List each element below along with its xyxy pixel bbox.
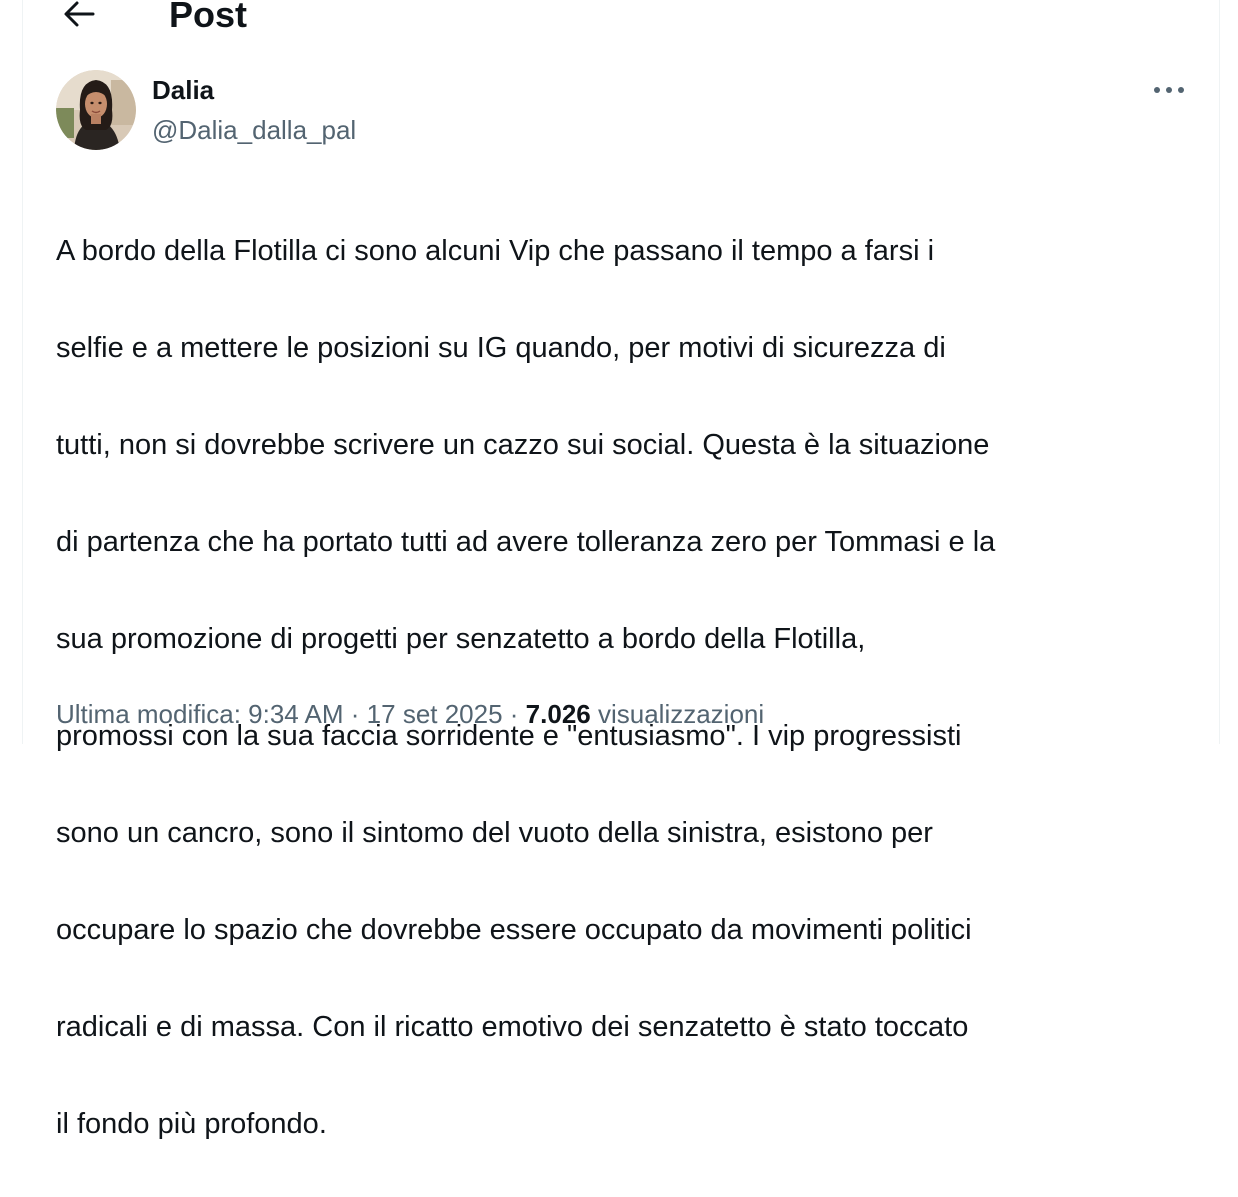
avatar[interactable] (56, 70, 136, 150)
header: Post (23, 0, 1219, 40)
arrow-left-icon (64, 1, 95, 27)
more-horizontal-icon (1154, 87, 1184, 93)
post-line: A bordo della Flotilla ci sono alcuni Vi… (56, 234, 935, 267)
post-meta: Ultima modifica: 9:34 AM · 17 set 2025 ·… (56, 696, 764, 732)
post-line: occupare lo spazio che dovrebbe essere o… (56, 913, 972, 946)
post-line: radicali e di massa. Con il ricatto emot… (56, 1010, 969, 1043)
post-line: selfie e a mettere le posizioni su IG qu… (56, 331, 946, 364)
author-handle[interactable]: @Dalia_dalla_pal (152, 114, 356, 146)
post-container: Post Dalia @Dalia_dalla_pal A bordo dell… (22, 0, 1220, 1140)
post-line: sono un cancro, sono il sintomo del vuot… (56, 816, 933, 849)
more-button[interactable] (1151, 74, 1187, 106)
meta-separator: · (502, 699, 526, 729)
back-button[interactable] (59, 0, 99, 34)
views-count: 7.026 (525, 699, 591, 729)
views-label: visualizzazioni (590, 699, 765, 729)
post-text: A bordo della Flotilla ci sono alcuni Vi… (56, 178, 1206, 1197)
meta-separator: · (343, 699, 367, 729)
post-line: il fondo più profondo. (56, 1107, 327, 1140)
post-date-link[interactable]: 17 set 2025 (367, 699, 503, 729)
avatar-photo (56, 70, 136, 150)
post-line: tutti, non si dovrebbe scrivere un cazzo… (56, 428, 990, 461)
page-title: Post (169, 0, 248, 35)
edited-timestamp-link[interactable]: Ultima modifica: 9:34 AM (56, 699, 344, 729)
author-name[interactable]: Dalia (152, 74, 214, 106)
post-line: sua promozione di progetti per senzatett… (56, 622, 866, 655)
post-line: di partenza che ha portato tutti ad aver… (56, 525, 996, 558)
